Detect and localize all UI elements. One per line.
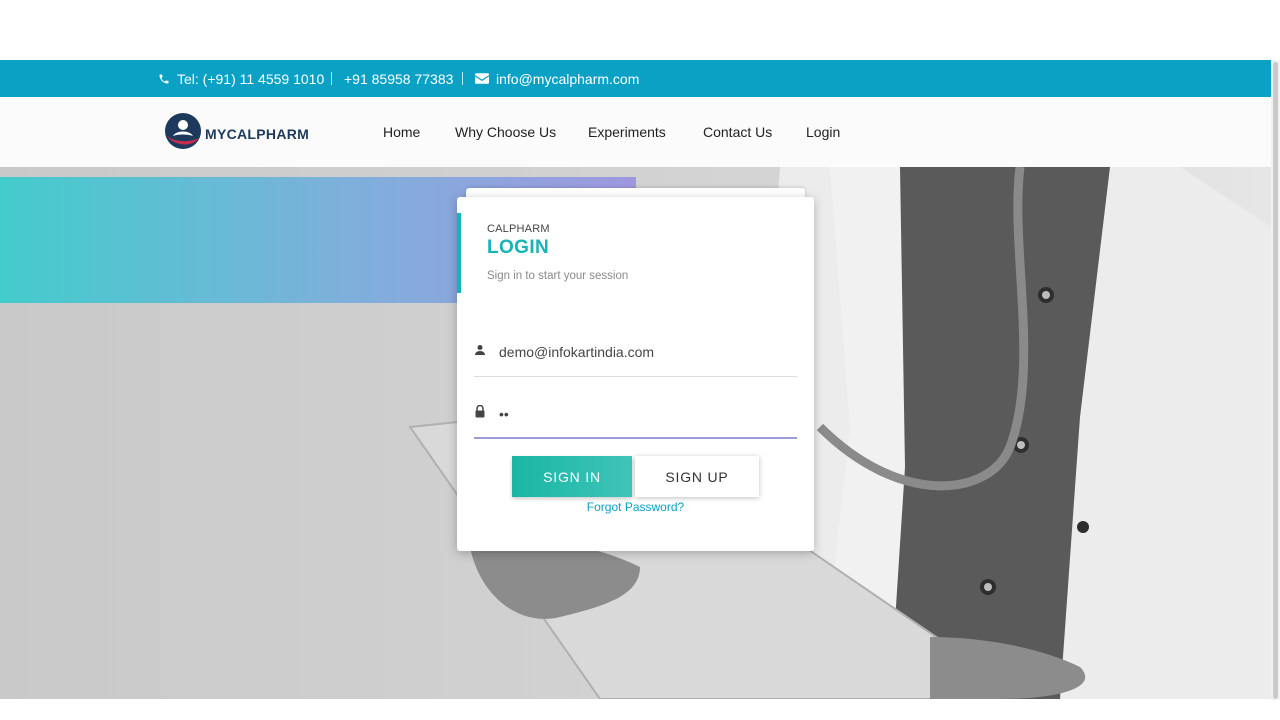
divider (462, 72, 463, 85)
login-brand: CALPHARM (487, 223, 550, 235)
mobile-contact[interactable]: +91 85958 77383 (344, 60, 453, 97)
password-underline (474, 437, 797, 439)
contact-bar: Tel: (+91) 11 4559 1010 +91 85958 77383 … (0, 60, 1271, 97)
sign-in-button[interactable]: SIGN IN (512, 456, 632, 497)
email-contact[interactable]: info@mycalpharm.com (475, 60, 639, 97)
phone-number: Tel: (+91) 11 4559 1010 (177, 70, 325, 87)
site-logo[interactable]: MYCALPHARM (164, 112, 309, 155)
nav-why-choose-us[interactable]: Why Choose Us (455, 97, 556, 167)
login-card: CALPHARM LOGIN Sign in to start your ses… (457, 197, 814, 551)
card-accent (457, 213, 461, 293)
email-address: info@mycalpharm.com (496, 70, 640, 87)
email-input[interactable] (499, 337, 789, 367)
email-underline (474, 376, 797, 377)
lock-icon (474, 404, 486, 423)
nav-contact-us[interactable]: Contact Us (703, 97, 772, 167)
mobile-number: +91 85958 77383 (344, 70, 454, 87)
envelope-icon (475, 73, 489, 84)
forgot-password-link[interactable]: Forgot Password? (457, 500, 814, 514)
password-input[interactable] (499, 399, 789, 429)
main-navbar: MYCALPHARM Home Why Choose Us Experiment… (0, 97, 1271, 168)
scrollbar-thumb[interactable] (1273, 62, 1278, 699)
password-field (474, 399, 797, 439)
phone-icon (158, 73, 170, 85)
login-subtitle: Sign in to start your session (487, 270, 629, 282)
nav-experiments[interactable]: Experiments (588, 97, 666, 167)
nav-login[interactable]: Login (806, 97, 840, 167)
divider (331, 72, 332, 85)
sign-up-button[interactable]: SIGN UP (635, 456, 759, 497)
phone-contact[interactable]: Tel: (+91) 11 4559 1010 (158, 60, 324, 97)
email-field (474, 337, 797, 377)
logo-icon (164, 112, 202, 155)
user-icon (474, 343, 486, 361)
login-title: LOGIN (487, 237, 550, 258)
logo-text: MYCALPHARM (205, 125, 310, 142)
nav-home[interactable]: Home (383, 97, 420, 167)
